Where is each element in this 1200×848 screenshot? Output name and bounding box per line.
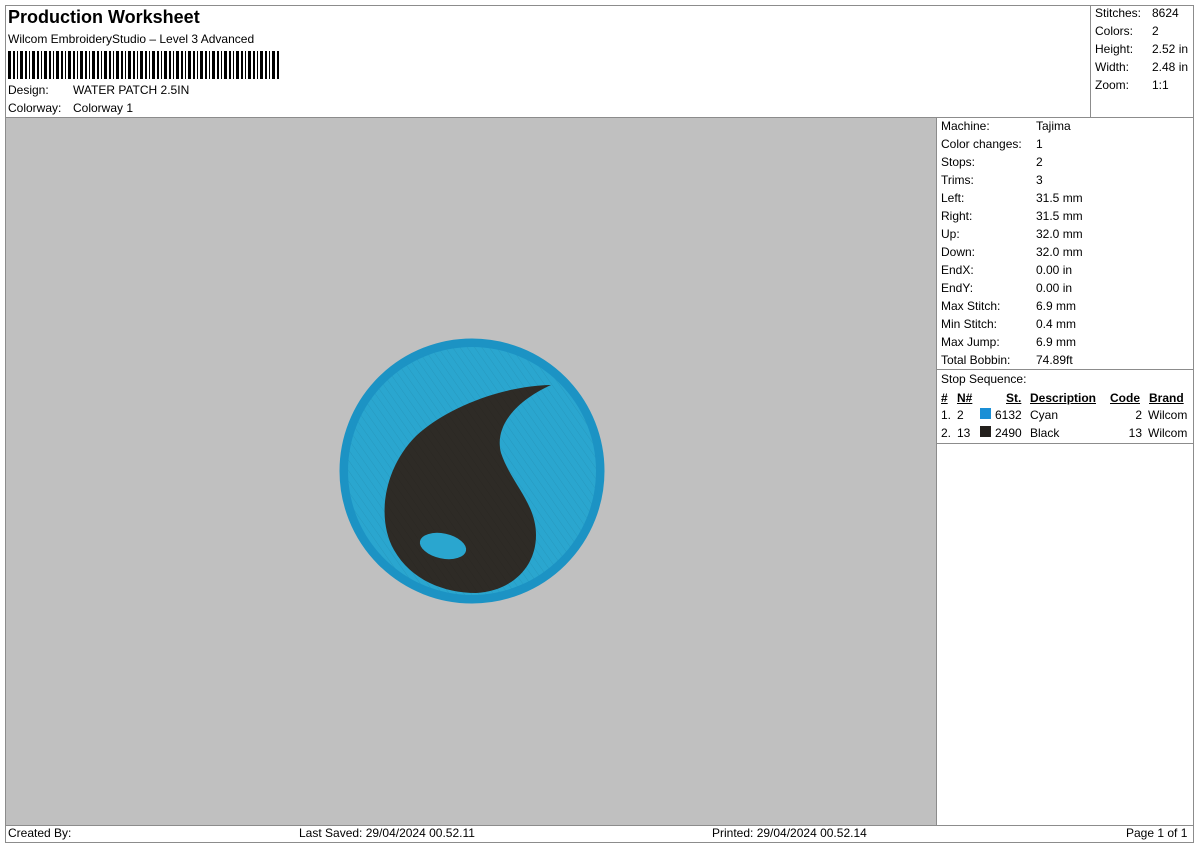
col-header-n: N# [957, 391, 973, 405]
last-saved: Last Saved: 29/04/2024 00.52.11 [299, 826, 475, 840]
stop-brand: Wilcom [1148, 426, 1188, 440]
machine-stat-value: 74.89ft [1036, 353, 1073, 367]
page-number: Page 1 of 1 [1126, 826, 1188, 840]
machine-stat-value: 32.0 mm [1036, 227, 1083, 241]
machine-stat-value: 31.5 mm [1036, 209, 1083, 223]
machine-stat-label: Max Stitch: [941, 299, 1001, 313]
machine-stat-label: Left: [941, 191, 965, 205]
zoom-value: 1:1 [1152, 78, 1169, 92]
colors-value: 2 [1152, 24, 1159, 38]
machine-stat-label: Color changes: [941, 137, 1022, 151]
machine-stat-label: EndX: [941, 263, 974, 277]
design-label: Design: [8, 83, 49, 97]
machine-stat-label: EndY: [941, 281, 974, 295]
stop-brand: Wilcom [1148, 408, 1188, 422]
stop-sequence-title: Stop Sequence: [941, 372, 1027, 386]
stop-needle: 2 [957, 408, 964, 422]
stops-divider [936, 443, 1194, 444]
color-swatch [980, 408, 991, 419]
machine-stat-label: Right: [941, 209, 973, 223]
machine-stat-value: 32.0 mm [1036, 245, 1083, 259]
machine-stat-value: 2 [1036, 155, 1043, 169]
stop-code: 2 [1135, 408, 1142, 422]
machine-stat-label: Stops: [941, 155, 976, 169]
machine-stat-value: 6.9 mm [1036, 299, 1077, 313]
machine-stat-value: 0.00 in [1036, 281, 1073, 295]
machine-stat-value: 1 [1036, 137, 1043, 151]
machine-stat-value: Tajima [1036, 119, 1071, 133]
machine-stat-value: 0.4 mm [1036, 317, 1077, 331]
machine-stat-label: Max Jump: [941, 335, 1000, 349]
panel-divider [936, 117, 937, 825]
stop-description: Black [1030, 426, 1060, 440]
width-label: Width: [1095, 60, 1130, 74]
water-patch-design [339, 338, 605, 604]
stop-num: 2. [941, 426, 952, 440]
stop-num: 1. [941, 408, 952, 422]
stitches-label: Stitches: [1095, 6, 1142, 20]
barcode-image [8, 51, 279, 79]
printed-date: Printed: 29/04/2024 00.52.14 [712, 826, 867, 840]
footer-divider [5, 825, 1194, 826]
colors-label: Colors: [1095, 24, 1134, 38]
stop-stitches: 2490 [995, 426, 1022, 440]
width-value: 2.48 in [1152, 60, 1189, 74]
stop-description: Cyan [1030, 408, 1059, 422]
colorway-value: Colorway 1 [73, 101, 134, 115]
col-header-code: Code [1110, 391, 1140, 405]
machine-stat-label: Min Stitch: [941, 317, 998, 331]
design-preview [6, 118, 936, 825]
machine-stat-label: Up: [941, 227, 960, 241]
stop-needle: 13 [957, 426, 971, 440]
colorway-label: Colorway: [8, 101, 62, 115]
height-value: 2.52 in [1152, 42, 1189, 56]
col-header-description: Description [1030, 391, 1097, 405]
col-header-brand: Brand [1149, 391, 1184, 405]
stop-stitches: 6132 [995, 408, 1022, 422]
stitches-value: 8624 [1152, 6, 1179, 20]
col-header-num: # [941, 391, 948, 405]
zoom-label: Zoom: [1095, 78, 1130, 92]
machine-stat-value: 6.9 mm [1036, 335, 1077, 349]
machine-stat-value: 31.5 mm [1036, 191, 1083, 205]
machine-stat-label: Down: [941, 245, 976, 259]
design-value: WATER PATCH 2.5IN [73, 83, 190, 97]
height-label: Height: [1095, 42, 1134, 56]
machine-stat-label: Total Bobbin: [941, 353, 1011, 367]
machine-divider [936, 369, 1194, 370]
software-name: Wilcom EmbroideryStudio – Level 3 Advanc… [8, 32, 255, 46]
color-swatch [980, 426, 991, 437]
machine-stat-value: 0.00 in [1036, 263, 1073, 277]
stop-code: 13 [1128, 426, 1142, 440]
machine-stat-value: 3 [1036, 173, 1043, 187]
created-by: Created By: [8, 826, 72, 840]
machine-stat-label: Trims: [941, 173, 974, 187]
machine-stat-label: Machine: [941, 119, 990, 133]
summary-divider [1090, 5, 1091, 117]
page-title: Production Worksheet [8, 7, 200, 27]
col-header-st: St. [1006, 391, 1022, 405]
